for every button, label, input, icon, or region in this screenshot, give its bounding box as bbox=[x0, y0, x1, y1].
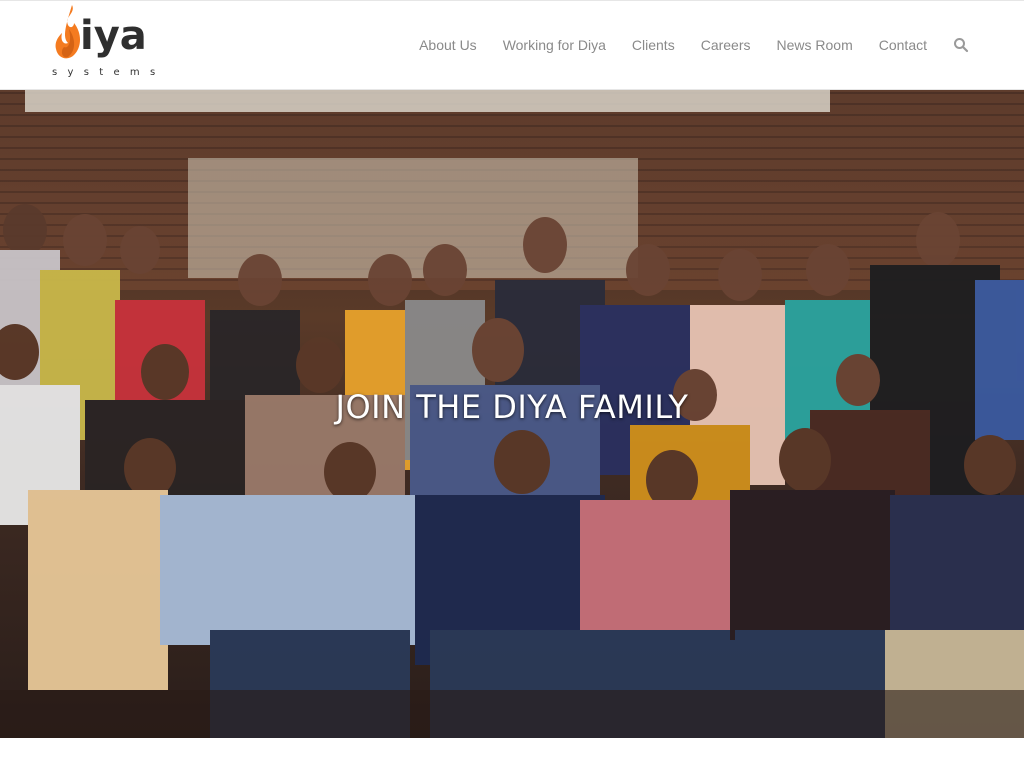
site-header: iya systems About Us Working for Diya Cl… bbox=[0, 1, 1024, 90]
nav-news-room[interactable]: News Room bbox=[777, 37, 853, 53]
hero-banner: JOIN THE DIYA FAMILY bbox=[0, 90, 1024, 738]
logo-wordmark: iya bbox=[80, 13, 147, 59]
search-icon[interactable] bbox=[953, 37, 969, 53]
page-bottom-area bbox=[0, 738, 1024, 768]
logo-tagline: systems bbox=[52, 67, 166, 78]
nav-clients[interactable]: Clients bbox=[632, 37, 675, 53]
nav-working-for-diya[interactable]: Working for Diya bbox=[503, 37, 606, 53]
nav-contact[interactable]: Contact bbox=[879, 37, 927, 53]
nav-careers[interactable]: Careers bbox=[701, 37, 751, 53]
nav-about-us[interactable]: About Us bbox=[419, 37, 477, 53]
site-logo[interactable]: iya systems bbox=[50, 1, 175, 85]
main-nav: About Us Working for Diya Clients Career… bbox=[419, 1, 969, 89]
hero-caption: JOIN THE DIYA FAMILY bbox=[335, 388, 689, 426]
